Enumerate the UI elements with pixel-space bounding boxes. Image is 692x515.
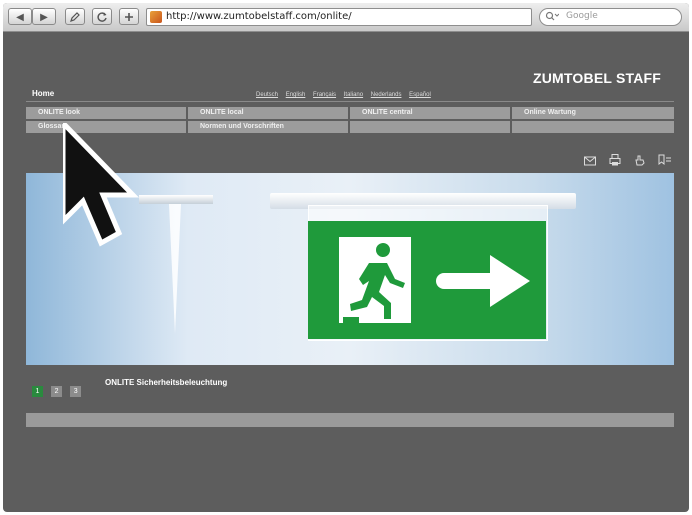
- back-button[interactable]: ◀: [8, 8, 32, 25]
- language-link[interactable]: Deutsch: [256, 92, 278, 98]
- favicon-icon: [150, 11, 162, 23]
- slide-pager: 1 2 3: [32, 378, 84, 397]
- magnifier-icon: [545, 11, 560, 25]
- url-field[interactable]: http://www.zumtobelstaff.com/onlite/: [146, 8, 532, 26]
- language-link[interactable]: Français: [313, 92, 336, 98]
- reload-icon[interactable]: [92, 8, 112, 25]
- light-beam: [169, 204, 181, 334]
- language-link[interactable]: Nederlands: [371, 92, 402, 98]
- slide-caption: ONLITE Sicherheitsbeleuchtung: [105, 378, 228, 387]
- pager-page-1[interactable]: 1: [32, 386, 43, 397]
- mail-icon[interactable]: [583, 156, 597, 168]
- language-link[interactable]: Italiano: [344, 92, 363, 98]
- language-link[interactable]: Español: [409, 92, 431, 98]
- home-link[interactable]: Home: [32, 89, 54, 98]
- mouse-cursor-icon: [63, 123, 139, 247]
- bookmark-icon[interactable]: [658, 154, 672, 166]
- nav-item-empty: [512, 121, 674, 133]
- browser-toolbar: ◀ ▶ http://www.zumtobelstaff.com/onlite/…: [3, 3, 689, 32]
- hand-icon[interactable]: [633, 154, 647, 166]
- forward-button[interactable]: ▶: [32, 8, 56, 25]
- footer-bar: [26, 413, 674, 427]
- nav-item-empty: [350, 121, 510, 133]
- nav-item-online-wartung[interactable]: Online Wartung: [512, 107, 674, 119]
- exit-door-icon: [339, 237, 411, 323]
- pager-page-3[interactable]: 3: [70, 386, 82, 397]
- pendant-light: [139, 195, 213, 204]
- search-field[interactable]: Google: [539, 8, 682, 26]
- nav-item-onlite-look[interactable]: ONLITE look: [26, 107, 186, 119]
- brand-logo[interactable]: ZUMTOBEL STAFF: [533, 70, 661, 86]
- nav-divider: [26, 101, 674, 102]
- pager-page-2[interactable]: 2: [51, 386, 63, 397]
- language-links: Deutsch English Français Italiano Nederl…: [256, 92, 437, 98]
- browser-window: ◀ ▶ http://www.zumtobelstaff.com/onlite/…: [3, 3, 689, 512]
- add-bookmark-icon[interactable]: [119, 8, 139, 25]
- nav-item-onlite-central[interactable]: ONLITE central: [350, 107, 510, 119]
- nav-item-normen[interactable]: Normen und Vorschriften: [188, 121, 348, 133]
- edit-icon[interactable]: [65, 8, 85, 25]
- nav-item-onlite-local[interactable]: ONLITE local: [188, 107, 348, 119]
- page-tools: [583, 151, 678, 168]
- language-link[interactable]: English: [286, 92, 306, 98]
- arrow-head-icon: [490, 255, 530, 307]
- url-text: http://www.zumtobelstaff.com/onlite/: [166, 11, 352, 22]
- print-icon[interactable]: [608, 154, 622, 166]
- search-placeholder: Google: [566, 11, 598, 21]
